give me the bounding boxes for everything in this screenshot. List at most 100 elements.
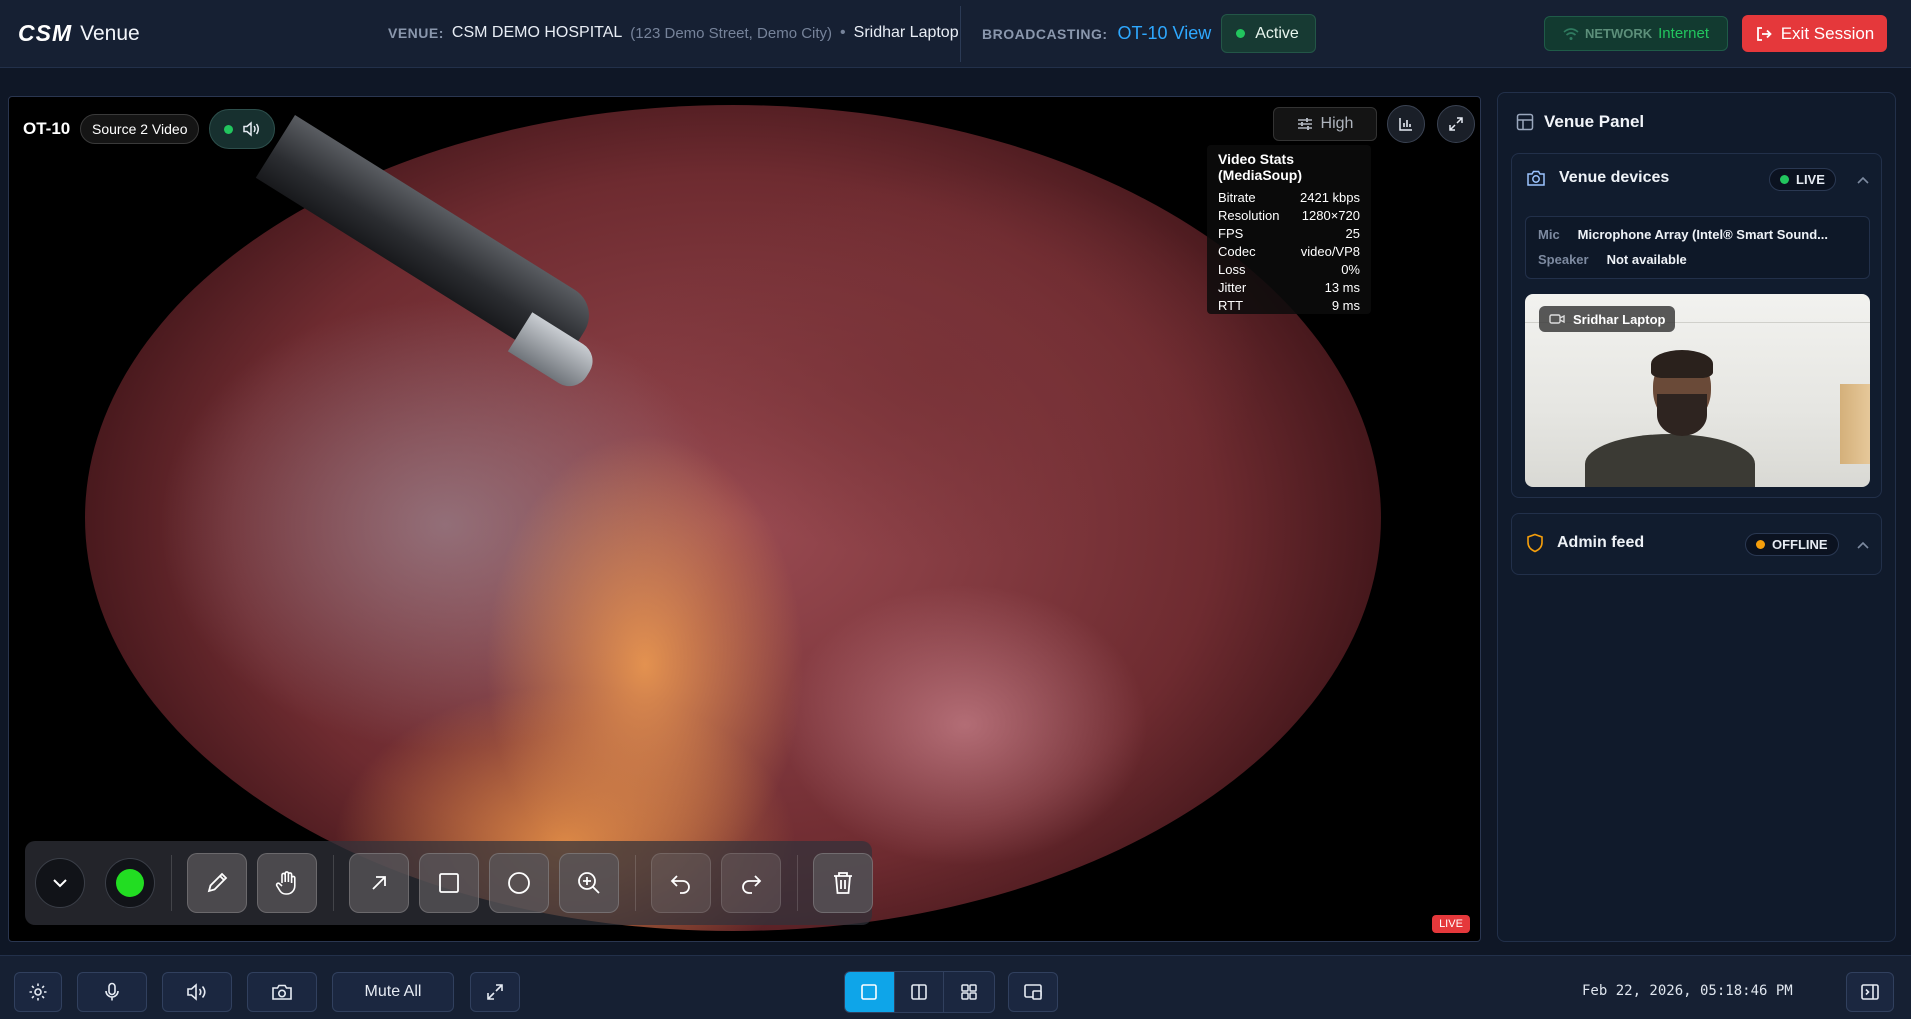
- stat-value: 13 ms: [1324, 280, 1360, 295]
- device-list: Mic Microphone Array (Intel® Smart Sound…: [1525, 216, 1870, 279]
- wifi-icon: [1563, 27, 1579, 40]
- source-name: Source 2 Video: [92, 121, 188, 137]
- stats-title: Video Stats (MediaSoup): [1218, 151, 1302, 183]
- stat-row: Loss 0%: [1218, 261, 1360, 279]
- clear-annotations-button[interactable]: [813, 853, 873, 913]
- toolbar-divider: [171, 855, 172, 911]
- admin-feed-status: OFFLINE: [1745, 533, 1839, 556]
- panel-title-text: Venue Panel: [1544, 112, 1645, 131]
- expand-icon: [487, 984, 503, 1000]
- pan-tool-button[interactable]: [257, 853, 317, 913]
- color-picker-button[interactable]: [105, 858, 155, 908]
- camera-icon: [272, 984, 292, 1000]
- stat-label: FPS: [1218, 226, 1244, 241]
- video-camera-icon: [1549, 314, 1565, 324]
- top-header: CSM Venue VENUE: CSM DEMO HOSPITAL (123 …: [0, 0, 1911, 68]
- redo-icon: [742, 875, 762, 894]
- venue-info: VENUE: CSM DEMO HOSPITAL (123 Demo Stree…: [388, 24, 959, 42]
- stat-label: Resolution: [1218, 208, 1280, 223]
- camera-preview-tile[interactable]: Sridhar Laptop: [1525, 294, 1870, 487]
- quality-value: High: [1320, 115, 1354, 132]
- chevron-up-icon[interactable]: [1856, 538, 1870, 552]
- layout-icon: [1516, 113, 1534, 131]
- camera-button[interactable]: [247, 972, 317, 1012]
- stat-value: 0%: [1341, 262, 1360, 277]
- trash-icon: [834, 872, 852, 894]
- header-divider: [960, 6, 961, 62]
- zoom-tool-button[interactable]: [559, 853, 619, 913]
- redo-button[interactable]: [721, 853, 781, 913]
- stat-row: Bitrate 2421 kbps: [1218, 189, 1360, 207]
- venue-label: VENUE:: [388, 25, 444, 41]
- person-body: [1585, 434, 1755, 487]
- separator: •: [840, 24, 846, 41]
- fullscreen-video-button[interactable]: [1437, 105, 1475, 143]
- device-name: Sridhar Laptop: [853, 24, 959, 41]
- stat-label: Codec: [1218, 244, 1256, 259]
- stat-label: Loss: [1218, 262, 1246, 277]
- quality-selector[interactable]: High: [1273, 107, 1377, 141]
- stats-toggle-button[interactable]: [1387, 105, 1425, 143]
- circle-tool-button[interactable]: [489, 853, 549, 913]
- stat-label: Jitter: [1218, 280, 1247, 295]
- video-viewport[interactable]: OT-10 Source 2 Video High Video Stats (M…: [8, 96, 1481, 942]
- mic-label: Mic: [1538, 227, 1560, 242]
- fullscreen-button[interactable]: [470, 972, 520, 1012]
- sliders-icon: [1297, 118, 1312, 130]
- source-id: OT-10: [23, 119, 71, 138]
- settings-button[interactable]: [14, 972, 62, 1012]
- stat-value: 1280×720: [1301, 208, 1360, 223]
- audio-toggle-chip[interactable]: [209, 109, 275, 149]
- picture-in-picture-button[interactable]: [1008, 972, 1058, 1012]
- arrow-tool-button[interactable]: [349, 853, 409, 913]
- undo-button[interactable]: [651, 853, 711, 913]
- active-dot-icon: [1236, 29, 1246, 38]
- shield-icon: [1527, 533, 1543, 553]
- datetime-display: Feb 22, 2026, 05:18:46 PM: [1582, 983, 1793, 999]
- speaker-button[interactable]: [162, 972, 232, 1012]
- toggle-panel-button[interactable]: [1846, 972, 1894, 1012]
- microphone-button[interactable]: [77, 972, 147, 1012]
- offline-dot-icon: [1756, 540, 1765, 549]
- arrow-icon: [372, 876, 386, 890]
- admin-feed-header[interactable]: Admin feed: [1526, 533, 1644, 553]
- source-name-chip[interactable]: Source 2 Video: [80, 114, 200, 144]
- speaker-icon: [187, 983, 206, 1001]
- chevron-up-icon[interactable]: [1856, 173, 1870, 187]
- rectangle-tool-button[interactable]: [419, 853, 479, 913]
- venue-devices-title: Venue devices: [1559, 169, 1670, 186]
- background-window: [1840, 384, 1870, 464]
- logo-text: Venue: [80, 21, 140, 45]
- undo-icon: [670, 875, 690, 894]
- current-color-swatch: [116, 869, 144, 897]
- stat-row: Resolution 1280×720: [1218, 207, 1360, 225]
- broadcast-info: BROADCASTING: OT-10 View Active: [982, 14, 1316, 53]
- person-beard: [1657, 394, 1707, 436]
- stat-row: Codec video/VP8: [1218, 243, 1360, 261]
- app-logo: CSM Venue: [18, 20, 140, 47]
- layout-grid-button[interactable]: [944, 972, 994, 1012]
- venue-panel: Venue Panel Venue devices LIVE Mic Micro…: [1497, 92, 1896, 942]
- pencil-icon: [207, 872, 228, 893]
- video-stats-overlay: Video Stats (MediaSoup) Bitrate 2421 kbps…: [1207, 145, 1371, 314]
- live-label: LIVE: [1439, 918, 1463, 930]
- annotation-toolbar: [25, 841, 873, 925]
- admin-feed-card: Admin feed OFFLINE: [1511, 513, 1882, 575]
- camera-label-text: Sridhar Laptop: [1573, 311, 1666, 327]
- venue-devices-status-text: LIVE: [1796, 172, 1825, 187]
- broadcasting-view: OT-10 View: [1117, 23, 1212, 43]
- sidebar-toggle-icon: [1861, 984, 1879, 1000]
- exit-session-label: Exit Session: [1780, 23, 1875, 43]
- venue-devices-header[interactable]: Venue devices: [1526, 169, 1669, 187]
- speaker-value: Not available: [1606, 252, 1687, 267]
- microphone-icon: [105, 982, 119, 1001]
- collapse-toolbar-button[interactable]: [35, 858, 85, 908]
- pencil-tool-button[interactable]: [187, 853, 247, 913]
- layout-split-button[interactable]: [895, 972, 945, 1012]
- mute-all-button[interactable]: Mute All: [332, 972, 454, 1012]
- active-status-badge: Active: [1221, 14, 1316, 53]
- venue-devices-status: LIVE: [1769, 168, 1836, 191]
- exit-session-button[interactable]: Exit Session: [1742, 15, 1887, 52]
- layout-single-button[interactable]: [845, 972, 895, 1012]
- mute-all-label: Mute All: [364, 983, 422, 1000]
